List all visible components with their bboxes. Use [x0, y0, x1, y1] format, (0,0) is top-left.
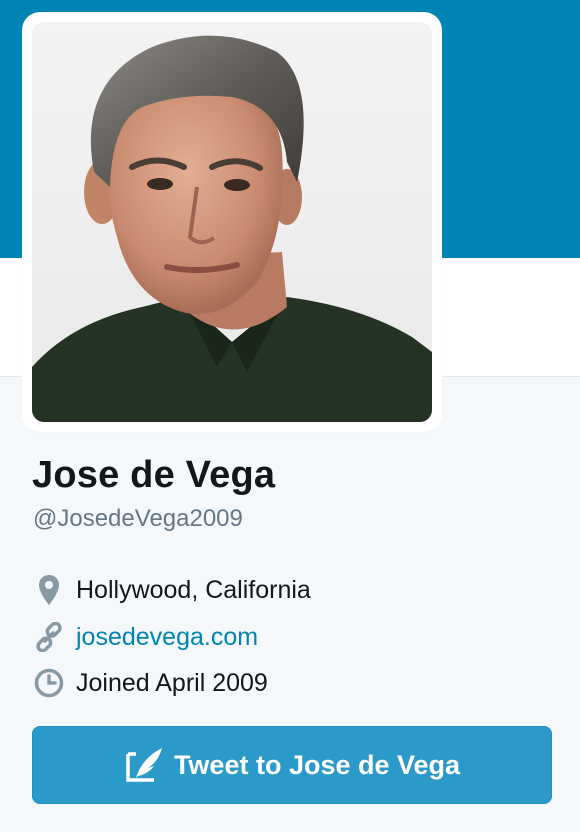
joined-text: Joined April 2009	[76, 668, 268, 697]
tweet-to-button[interactable]: Tweet to Jose de Vega	[32, 726, 552, 804]
location-text: Hollywood, California	[76, 575, 311, 604]
avatar-frame[interactable]	[22, 12, 442, 432]
quill-icon	[124, 744, 166, 786]
avatar	[32, 22, 432, 422]
website-link[interactable]: josedevega.com	[76, 623, 258, 652]
link-icon	[32, 620, 66, 654]
joined-row: Joined April 2009	[32, 666, 268, 700]
website-row: josedevega.com	[32, 620, 258, 654]
map-pin-icon	[32, 573, 66, 607]
profile-name[interactable]: Jose de Vega	[32, 454, 275, 497]
clock-icon	[32, 666, 66, 700]
tweet-to-label: Tweet to Jose de Vega	[173, 749, 461, 780]
location-row: Hollywood, California	[32, 573, 311, 607]
profile-handle[interactable]: @JosedeVega2009	[33, 505, 243, 533]
